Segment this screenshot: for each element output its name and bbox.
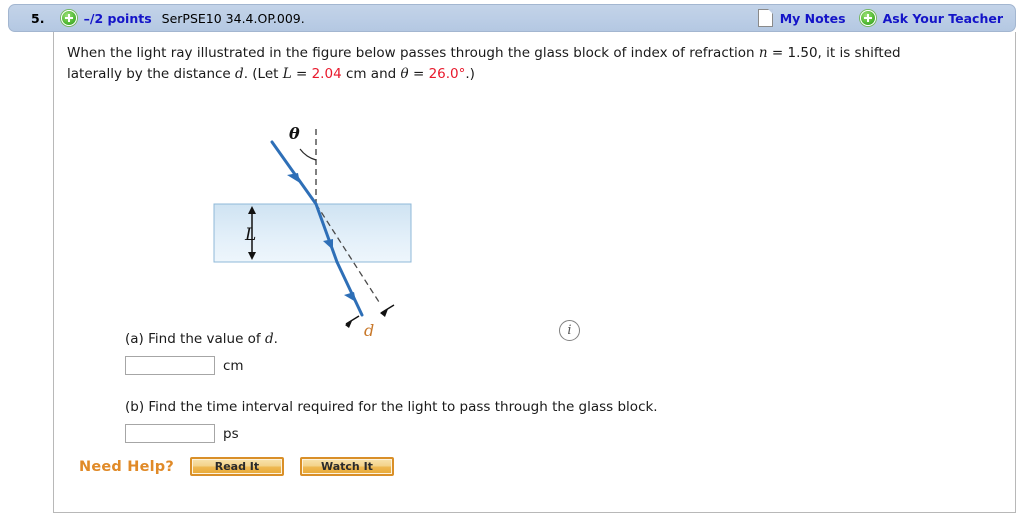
question-line2-end: .)	[465, 66, 475, 82]
L-label: L	[244, 225, 256, 245]
my-notes-link[interactable]: My Notes	[780, 11, 846, 26]
theta-value: 26.0°	[428, 66, 466, 82]
plus-circle-icon[interactable]	[859, 10, 876, 26]
exit-ray	[335, 260, 364, 317]
question-number: 5.	[31, 10, 45, 26]
glass-block	[213, 203, 412, 263]
incident-ray-arrowhead	[287, 173, 300, 183]
points-label: –/2 points	[83, 10, 152, 26]
question-header-bar: 5. –/2 points SerPSE10 34.4.OP.009. My N…	[8, 4, 1016, 32]
question-content-panel: When the light ray illustrated in the fi…	[53, 32, 1016, 513]
part-a-answer-input[interactable]	[125, 356, 215, 375]
L-value: 2.04	[311, 66, 342, 82]
L-equals: =	[291, 66, 312, 82]
question-line2-text: laterally by the distance	[67, 66, 236, 82]
d-measure-arrow-right	[380, 309, 388, 317]
L-unit: cm and	[341, 66, 401, 82]
need-help-label: Need Help?	[79, 458, 174, 475]
header-right-group: My Notes Ask Your Teacher	[757, 9, 1005, 27]
n-value-text: = 1.50, it is shifted	[767, 45, 901, 61]
question-line2-mid: . (Let	[243, 66, 283, 82]
plus-circle-icon[interactable]	[60, 10, 77, 26]
question-statement: When the light ray illustrated in the fi…	[67, 43, 997, 85]
d-label: d	[364, 321, 374, 340]
part-a-variable: d	[264, 331, 274, 347]
ask-your-teacher-link[interactable]: Ask Your Teacher	[883, 11, 1003, 26]
part-a-answer-row: cm	[125, 356, 278, 375]
d-variable: d	[235, 66, 244, 82]
theta-label: θ	[289, 124, 300, 143]
page-icon[interactable]	[757, 9, 773, 27]
part-b-answer-input[interactable]	[125, 424, 215, 443]
L-variable: L	[282, 66, 292, 82]
part-b-unit-label: ps	[223, 425, 239, 442]
part-b-label: (b) Find the time interval required for …	[125, 399, 658, 415]
part-a-label: (a) Find the value of d.	[125, 330, 278, 349]
theta-variable: θ	[400, 66, 409, 82]
need-help-section: Need Help? Read It Watch It	[79, 457, 394, 476]
theta-equals: =	[408, 66, 429, 82]
exit-ray-arrowhead	[344, 292, 356, 302]
watch-it-button[interactable]: Watch It	[299, 457, 394, 476]
question-part-b: (b) Find the time interval required for …	[125, 398, 658, 443]
theta-angle-arc	[299, 148, 317, 161]
question-code: SerPSE10 34.4.OP.009.	[161, 10, 305, 26]
question-line1-text: When the light ray illustrated in the fi…	[67, 45, 759, 61]
light-ray-through-glass-block-diagram: θ L d	[67, 87, 567, 352]
question-part-a: (a) Find the value of d. cm	[125, 330, 278, 375]
header-left-group: 5. –/2 points SerPSE10 34.4.OP.009.	[9, 10, 758, 26]
part-a-unit-label: cm	[223, 357, 244, 374]
part-b-answer-row: ps	[125, 424, 658, 443]
incident-ray	[270, 140, 318, 206]
part-a-text-end: .	[273, 331, 278, 347]
n-variable: n	[758, 45, 768, 61]
read-it-button[interactable]: Read It	[189, 457, 284, 476]
d-measure-line-left	[345, 315, 360, 325]
part-a-text: (a) Find the value of	[125, 331, 265, 347]
info-icon[interactable]: i	[559, 320, 580, 341]
